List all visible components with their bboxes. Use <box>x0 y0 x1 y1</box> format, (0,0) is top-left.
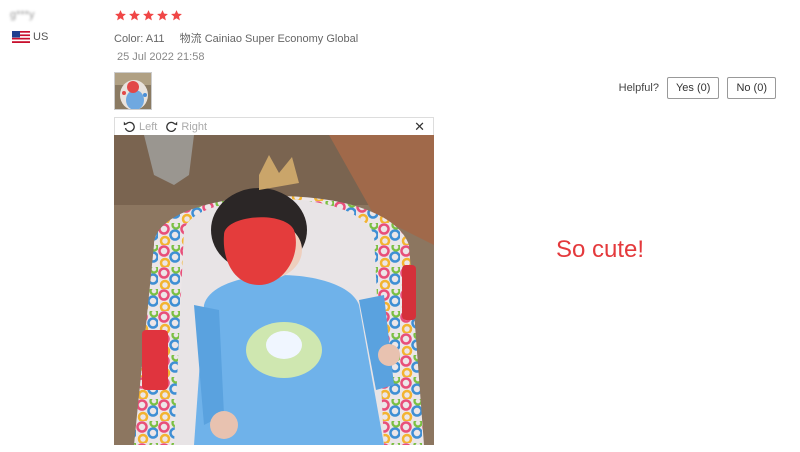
rotate-left-icon <box>123 121 135 132</box>
shipping-label: 物流 <box>179 33 202 45</box>
helpful-label: Helpful? <box>618 82 659 94</box>
helpful-yes-button[interactable]: Yes (0) <box>666 77 720 99</box>
close-icon[interactable]: ✕ <box>414 119 425 135</box>
helpful-no-button[interactable]: No (0) <box>727 77 776 99</box>
rotate-left-button[interactable]: Left <box>123 120 157 133</box>
reviewer-name: g***y <box>10 9 35 21</box>
country-code: US <box>33 31 49 43</box>
review-photo <box>114 135 434 445</box>
review-text: So cute! <box>556 236 645 263</box>
star-rating <box>114 9 183 22</box>
photo-thumbnail[interactable] <box>114 72 152 110</box>
rotate-right-button[interactable]: Right <box>165 120 207 133</box>
color-label: Color: <box>114 33 144 45</box>
thumbnail-image <box>115 73 151 109</box>
star-icon <box>143 10 154 21</box>
shipping-value: Cainiao Super Economy Global <box>204 33 359 45</box>
review-date: 25 Jul 2022 21:58 <box>117 51 205 63</box>
star-icon <box>115 10 126 21</box>
star-icon <box>171 10 182 21</box>
star-icon <box>157 10 168 21</box>
image-viewer-toolbar: Left Right ✕ <box>114 117 434 135</box>
review-meta: Color: A11 物流 Cainiao Super Economy Glob… <box>114 30 370 46</box>
color-value: A11 <box>145 33 165 45</box>
rotate-left-label: Left <box>139 120 158 133</box>
star-icon <box>129 10 140 21</box>
us-flag-icon <box>12 31 30 43</box>
rotate-right-label: Right <box>181 120 208 133</box>
reviewer-country: US <box>12 31 48 43</box>
rotate-right-icon <box>166 121 178 132</box>
helpful-section: Helpful? Yes (0) No (0) <box>619 77 776 99</box>
